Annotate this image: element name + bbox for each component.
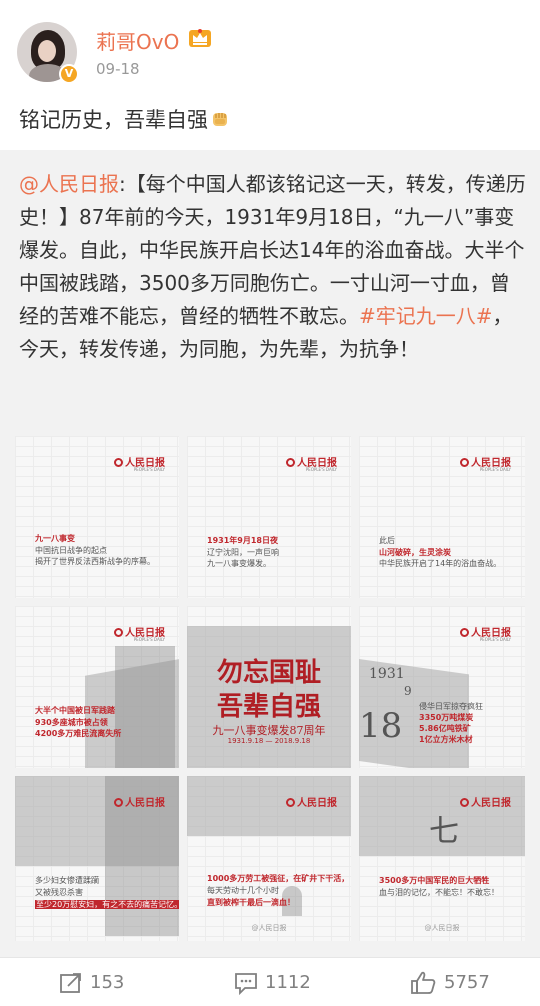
- image-1-line3: 揭开了世界反法西斯战争的序幕。: [35, 557, 155, 566]
- image-8-watermark: @人民日报: [251, 924, 287, 932]
- image-grid: 人民日报 PEOPLE'S DAILY 九一八事变 中国抗日战争的起点 揭开了世…: [15, 436, 525, 941]
- post-text-content: 铭记历史，吾辈自强: [19, 108, 208, 132]
- hashtag-link[interactable]: #牢记九一八#: [359, 304, 493, 328]
- crown-icon: [189, 29, 211, 47]
- stone-nine: 9: [404, 684, 412, 698]
- image-9[interactable]: 七 人民日报 3500多万中国军民的巨大牺牲 血与泪的记忆，不能忘！不敢忘！ @…: [359, 776, 525, 941]
- image-4[interactable]: 人民日报 PEOPLE'S DAILY 大半个中国被日军践踏 930多座城市被占…: [15, 606, 179, 768]
- like-button[interactable]: 5757: [410, 958, 490, 1006]
- comment-icon: [235, 972, 257, 995]
- image-8[interactable]: 人民日报 1000多万劳工被强征，在矿井下干活， 每天劳动十几个小时 直到被榨干…: [187, 776, 351, 941]
- image-4-line2: 930多座城市被占领: [35, 718, 108, 727]
- like-count: 5757: [444, 972, 490, 993]
- mention-link[interactable]: @人民日报: [19, 172, 119, 196]
- image-4-line1: 大半个中国被日军践踏: [35, 706, 115, 715]
- repost-text: @人民日报:【每个中国人都该铭记这一天，转发，传递历史！】87年前的今天，193…: [19, 168, 527, 366]
- image-9-line2: 血与泪的记忆，不能忘！不敢忘！: [379, 888, 499, 897]
- image-7-line1: 多少妇女惨遭蹂躏: [35, 876, 99, 885]
- image-3-line1: 此后: [379, 536, 395, 545]
- logo-subtitle: PEOPLE'S DAILY: [305, 467, 337, 472]
- image-1-line2: 中国抗日战争的起点: [35, 546, 107, 555]
- image-6-line2: 3350万吨煤炭: [419, 713, 474, 722]
- image-6-line4: 1亿立方米木材: [419, 735, 473, 744]
- people-daily-logo-icon: 人民日报: [114, 794, 165, 809]
- image-5-subtitle: 九一八事变爆发87周年: [212, 724, 326, 737]
- logo-subtitle: PEOPLE'S DAILY: [133, 637, 165, 642]
- thumbs-up-icon: [411, 971, 436, 994]
- image-3-line2: 山河破碎，生灵涂炭: [379, 548, 451, 557]
- post-text: 铭记历史，吾辈自强: [19, 104, 230, 134]
- image-7-line3: 至少20万慰安妇，有之不去的痛苦记忆。: [35, 900, 179, 910]
- logo-subtitle: PEOPLE'S DAILY: [479, 637, 511, 642]
- image-7-line2: 又被残忍杀害: [35, 888, 83, 897]
- logo-subtitle: PEOPLE'S DAILY: [479, 467, 511, 472]
- image-8-line2: 每天劳动十几个小时: [207, 886, 279, 895]
- repost-count: 153: [90, 972, 125, 993]
- image-6-line1: 侵华日军掠夺疯狂: [419, 702, 483, 711]
- image-8-line1: 1000多万劳工被强征，在矿井下干活，: [207, 874, 350, 883]
- image-9-line1: 3500多万中国军民的巨大牺牲: [379, 876, 490, 885]
- image-2-line3: 九一八事变爆发。: [207, 559, 271, 568]
- comment-count: 1112: [265, 972, 311, 993]
- image-2-line2: 辽宁沈阳，一声巨响: [207, 548, 279, 557]
- action-bar: 153 1112 5757: [0, 957, 540, 1006]
- logo-subtitle: PEOPLE'S DAILY: [133, 467, 165, 472]
- image-2-line1: 1931年9月18日夜: [207, 536, 278, 545]
- username[interactable]: 莉哥OvO: [96, 26, 179, 55]
- fist-emoji-icon: [213, 113, 227, 126]
- image-5-title1: 勿忘国耻: [216, 658, 321, 688]
- image-9-watermark: @人民日报: [424, 924, 460, 932]
- image-1-line1: 九一八事变: [35, 534, 75, 543]
- image-5-dates: 1931.9.18 — 2018.9.18: [227, 737, 311, 745]
- image-2[interactable]: 人民日报 PEOPLE'S DAILY 1931年9月18日夜 辽宁沈阳，一声巨…: [187, 436, 351, 598]
- repost-icon: [60, 972, 81, 993]
- image-3[interactable]: 人民日报 PEOPLE'S DAILY 此后 山河破碎，生灵涂炭 中华民族开启了…: [359, 436, 525, 598]
- image-4-line3: 4200多万难民流离失所: [35, 729, 122, 738]
- image-5-title2: 吾辈自强: [216, 692, 321, 722]
- image-1[interactable]: 人民日报 PEOPLE'S DAILY 九一八事变 中国抗日战争的起点 揭开了世…: [15, 436, 179, 598]
- verified-badge-icon: V: [59, 64, 79, 84]
- image-3-line3: 中华民族开启了14年的浴血奋战。: [379, 559, 502, 568]
- stone-qi: 七: [429, 814, 459, 849]
- image-6[interactable]: 1931 9 18 人民日报 PEOPLE'S DAILY 侵华日军掠夺疯狂 3…: [359, 606, 525, 768]
- stone-year: 1931: [369, 666, 405, 682]
- image-6-line3: 5.86亿吨铁矿: [419, 724, 471, 733]
- image-8-line3: 直到被榨干最后一滴血！: [207, 898, 295, 907]
- comment-button[interactable]: 1112: [233, 958, 311, 1006]
- repost-button[interactable]: 153: [58, 958, 124, 1006]
- image-7[interactable]: 人民日报 多少妇女惨遭蹂躏 又被残忍杀害 至少20万慰安妇，有之不去的痛苦记忆。: [15, 776, 179, 941]
- people-daily-logo-icon: 人民日报: [286, 794, 337, 809]
- people-daily-logo-icon: 人民日报: [460, 794, 511, 809]
- post-time: 09-18: [96, 60, 140, 78]
- image-5[interactable]: 勿忘国耻 吾辈自强 九一八事变爆发87周年 1931.9.18 — 2018.9…: [187, 606, 351, 768]
- stone-eighteen: 18: [359, 706, 403, 746]
- post-header: V 莉哥OvO 09-18: [0, 0, 540, 92]
- repost-card[interactable]: @人民日报:【每个中国人都该铭记这一天，转发，传递历史！】87年前的今天，193…: [0, 150, 540, 957]
